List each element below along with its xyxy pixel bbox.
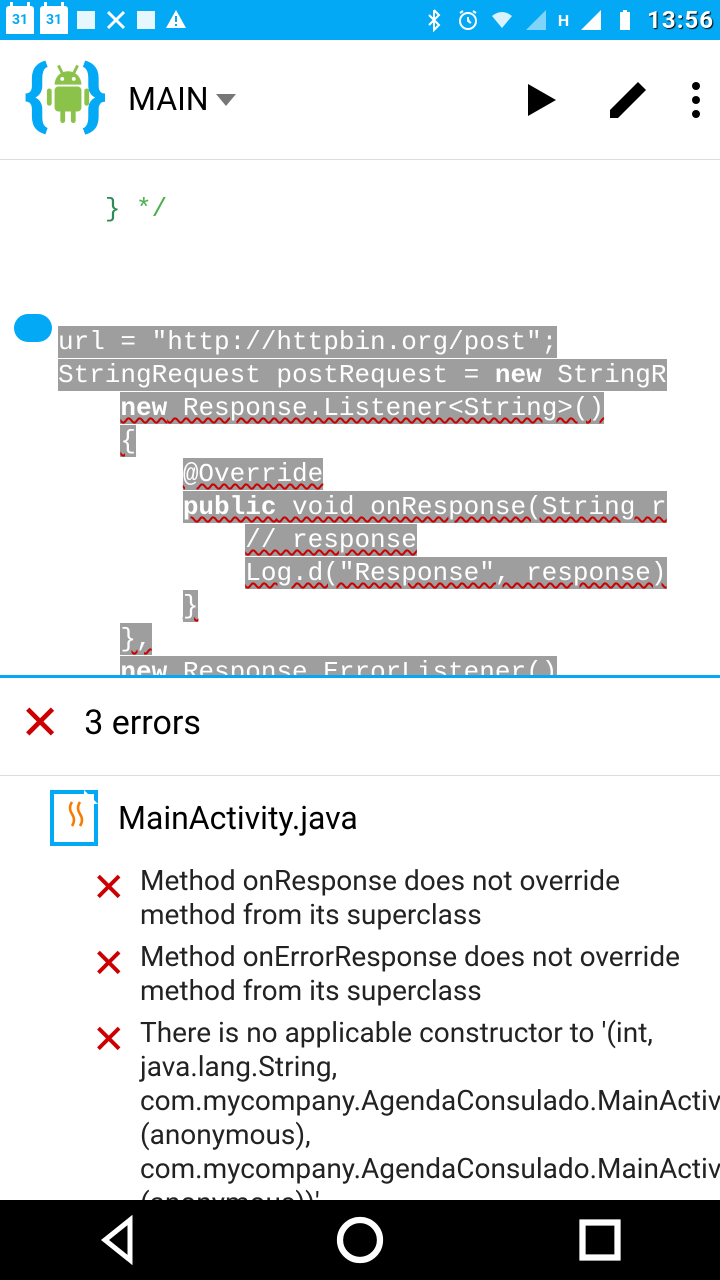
file-dropdown[interactable]: MAINACTIVI <box>128 83 236 117</box>
back-button[interactable] <box>90 1210 150 1270</box>
overflow-menu[interactable] <box>692 82 700 118</box>
error-item[interactable]: ✕ Method onErrorResponse does not overri… <box>0 936 720 1012</box>
code-text: }, <box>120 623 151 655</box>
bluetooth-icon <box>422 8 446 32</box>
code-text: // response <box>245 524 417 556</box>
code-editor[interactable]: } */ url = "http://httpbin.org/post"; St… <box>0 160 720 675</box>
puzzle-icon <box>74 8 98 32</box>
home-button[interactable] <box>330 1210 390 1270</box>
status-left: 31 31 <box>6 6 188 34</box>
error-icon: ✕ <box>92 1016 140 1220</box>
error-icon: ✕ <box>92 940 140 1008</box>
error-file-name: MainActivity.java <box>118 799 358 837</box>
code-text: } <box>105 194 136 224</box>
navigation-bar <box>0 1200 720 1280</box>
calendar-icon: 31 <box>40 6 68 34</box>
error-header[interactable]: ✕ 3 errors <box>0 678 720 776</box>
x-icon <box>104 8 128 32</box>
recent-button[interactable] <box>570 1210 630 1270</box>
edit-button[interactable] <box>604 76 652 124</box>
svg-text:{: { <box>24 52 49 140</box>
code-text: } <box>183 590 199 622</box>
app-bar: { } MAINACTIVI <box>0 40 720 160</box>
error-file-row[interactable]: MainActivity.java <box>0 776 720 860</box>
battery-icon <box>613 8 637 32</box>
code-text: StringRequest postRequest = new StringR <box>58 359 667 391</box>
java-file-icon <box>50 790 98 846</box>
code-text: new Response.ErrorListener() <box>120 656 557 675</box>
run-button[interactable] <box>516 76 564 124</box>
code-text: url = "http://httpbin.org/post"; <box>58 326 557 358</box>
signal-icon <box>579 8 603 32</box>
app-logo: { } <box>20 52 116 148</box>
status-bar: 31 31 H 13:56 <box>0 0 720 40</box>
error-summary: 3 errors <box>84 703 201 743</box>
code-text: Log.d("Response", response) <box>245 557 666 589</box>
puzzle-icon <box>134 8 158 32</box>
code-text: new Response.Listener<String>() <box>120 392 604 424</box>
error-message: Method onResponse does not override meth… <box>140 864 700 932</box>
signal-icon <box>524 8 548 32</box>
code-text: public void onResponse(String r <box>183 491 667 523</box>
error-message: There is no applicable constructor to '(… <box>140 1016 720 1220</box>
calendar-icon: 31 <box>6 6 34 34</box>
wifi-icon <box>490 8 514 32</box>
alarm-icon <box>456 8 480 32</box>
code-text: { <box>120 425 136 457</box>
file-title: MAINACTIVI <box>128 83 208 117</box>
error-item[interactable]: ✕ There is no applicable constructor to … <box>0 1012 720 1224</box>
code-text: @Override <box>183 458 323 490</box>
dropdown-icon <box>216 94 236 106</box>
error-icon: ✕ <box>20 694 60 751</box>
warning-icon <box>164 8 188 32</box>
error-icon: ✕ <box>92 864 140 932</box>
status-right: H 13:56 <box>422 6 714 34</box>
error-item[interactable]: ✕ Method onResponse does not override me… <box>0 860 720 936</box>
clock: 13:56 <box>647 6 714 34</box>
code-text: */ <box>136 194 167 224</box>
breakpoint-marker[interactable] <box>14 314 52 342</box>
error-panel: ✕ 3 errors MainActivity.java ✕ Method on… <box>0 675 720 1120</box>
error-message: Method onErrorResponse does not override… <box>140 940 700 1008</box>
